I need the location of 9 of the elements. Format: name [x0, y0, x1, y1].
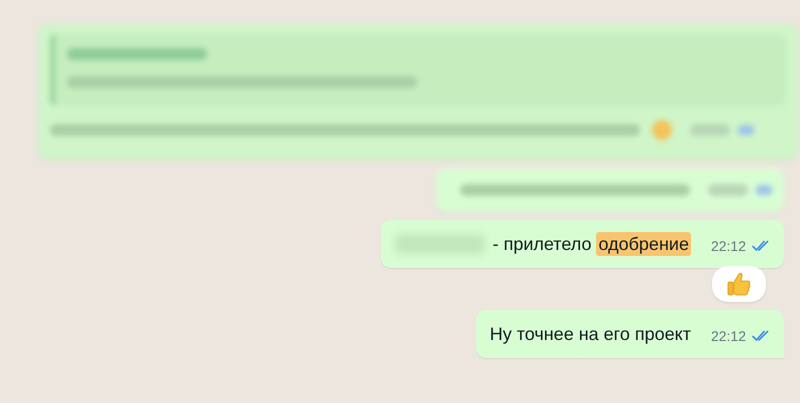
blurred-time [708, 184, 748, 196]
search-highlight: одобрение [596, 232, 691, 256]
message-time: 22:12 [710, 238, 746, 254]
reaction-badge[interactable] [712, 266, 766, 302]
message-text: - прилетело [492, 233, 592, 256]
thumbs-up-icon [727, 271, 751, 297]
message-time: 22:12 [710, 328, 746, 344]
message-text: Ну точнее на его проект [490, 323, 691, 346]
blurred-time [690, 124, 730, 136]
